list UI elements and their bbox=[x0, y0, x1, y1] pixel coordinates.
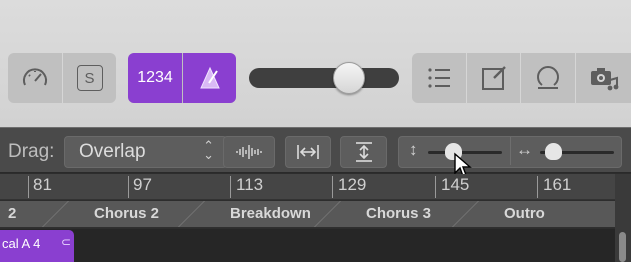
ruler-bar-number: 113 bbox=[236, 175, 264, 194]
ruler-tick bbox=[128, 176, 129, 198]
metronome-icon bbox=[199, 66, 220, 89]
ruler-tick bbox=[332, 176, 333, 198]
vertical-arrows-icon: ↕ bbox=[409, 140, 418, 159]
marker-item[interactable]: Chorus 3 bbox=[366, 205, 431, 222]
ruler-tick bbox=[537, 176, 538, 198]
drag-mode-select[interactable]: Overlap ⌃ ⌄ bbox=[64, 136, 227, 168]
notepad-icon bbox=[481, 66, 506, 90]
solo-label: S bbox=[84, 69, 95, 87]
marker-divider bbox=[42, 201, 69, 227]
region-label: cal A 4 bbox=[2, 236, 41, 251]
ruler-bar-number: 81 bbox=[33, 175, 52, 194]
loop-region-icon: ⊂ bbox=[60, 235, 71, 249]
ruler-tick bbox=[230, 176, 231, 198]
master-volume-track[interactable] bbox=[249, 68, 399, 88]
audio-region[interactable]: cal A 4 ⊂ bbox=[0, 230, 74, 262]
marker-track: 2 Chorus 2 Breakdown Chorus 3 Outro bbox=[0, 201, 615, 228]
ruler-bar-number: 145 bbox=[441, 175, 470, 194]
updown-chevron-icon: ⌃ ⌄ bbox=[203, 138, 214, 162]
loop-browser-button[interactable] bbox=[521, 53, 575, 103]
media-browser-button[interactable] bbox=[576, 53, 631, 103]
marker-item[interactable]: 2 bbox=[8, 205, 16, 222]
list-icon bbox=[428, 68, 450, 88]
horizontal-zoom-knob[interactable] bbox=[545, 143, 562, 160]
horizontal-fit-icon bbox=[297, 145, 319, 159]
marker-item[interactable]: Chorus 2 bbox=[94, 205, 159, 222]
divider bbox=[510, 137, 511, 165]
ruler-tick bbox=[28, 176, 29, 198]
note-pad-button[interactable] bbox=[467, 53, 520, 103]
zoom-vertical-fit-button[interactable] bbox=[340, 136, 387, 168]
bar-ruler[interactable]: 81 97 113 129 145 161 bbox=[0, 174, 615, 200]
horizontal-arrows-icon: ↔ bbox=[516, 140, 533, 159]
drag-mode-value: Overlap bbox=[79, 141, 146, 162]
ruler-bar-number: 97 bbox=[133, 175, 152, 194]
scrollbar-thumb[interactable] bbox=[619, 232, 626, 262]
solo-button[interactable]: S bbox=[63, 53, 116, 103]
count-in-button[interactable]: 1234 bbox=[128, 53, 182, 103]
vertical-fit-icon bbox=[355, 142, 372, 162]
list-editors-button[interactable] bbox=[412, 53, 466, 103]
media-browser-icon bbox=[590, 68, 618, 91]
drag-label: Drag: bbox=[8, 141, 55, 162]
marker-divider bbox=[178, 201, 205, 227]
marker-item[interactable]: Breakdown bbox=[230, 205, 311, 222]
tuner-gauge-icon bbox=[23, 68, 47, 86]
waveform-zoom-button[interactable] bbox=[223, 136, 275, 168]
loop-icon bbox=[537, 66, 559, 89]
marker-item[interactable]: Outro bbox=[504, 205, 545, 222]
metronome-button[interactable] bbox=[183, 53, 236, 103]
master-volume-knob[interactable] bbox=[333, 62, 365, 94]
ruler-tick bbox=[435, 176, 436, 198]
marker-divider bbox=[314, 201, 341, 227]
solo-icon: S bbox=[76, 65, 103, 91]
ruler-bar-number: 161 bbox=[543, 175, 572, 194]
marker-divider bbox=[452, 201, 479, 227]
waveform-icon bbox=[236, 145, 262, 159]
count-in-label: 1234 bbox=[137, 69, 173, 86]
ruler-bar-number: 129 bbox=[338, 175, 367, 194]
tuner-button[interactable] bbox=[8, 53, 62, 103]
track-lane bbox=[0, 229, 615, 262]
zoom-horizontal-fit-button[interactable] bbox=[285, 136, 331, 168]
